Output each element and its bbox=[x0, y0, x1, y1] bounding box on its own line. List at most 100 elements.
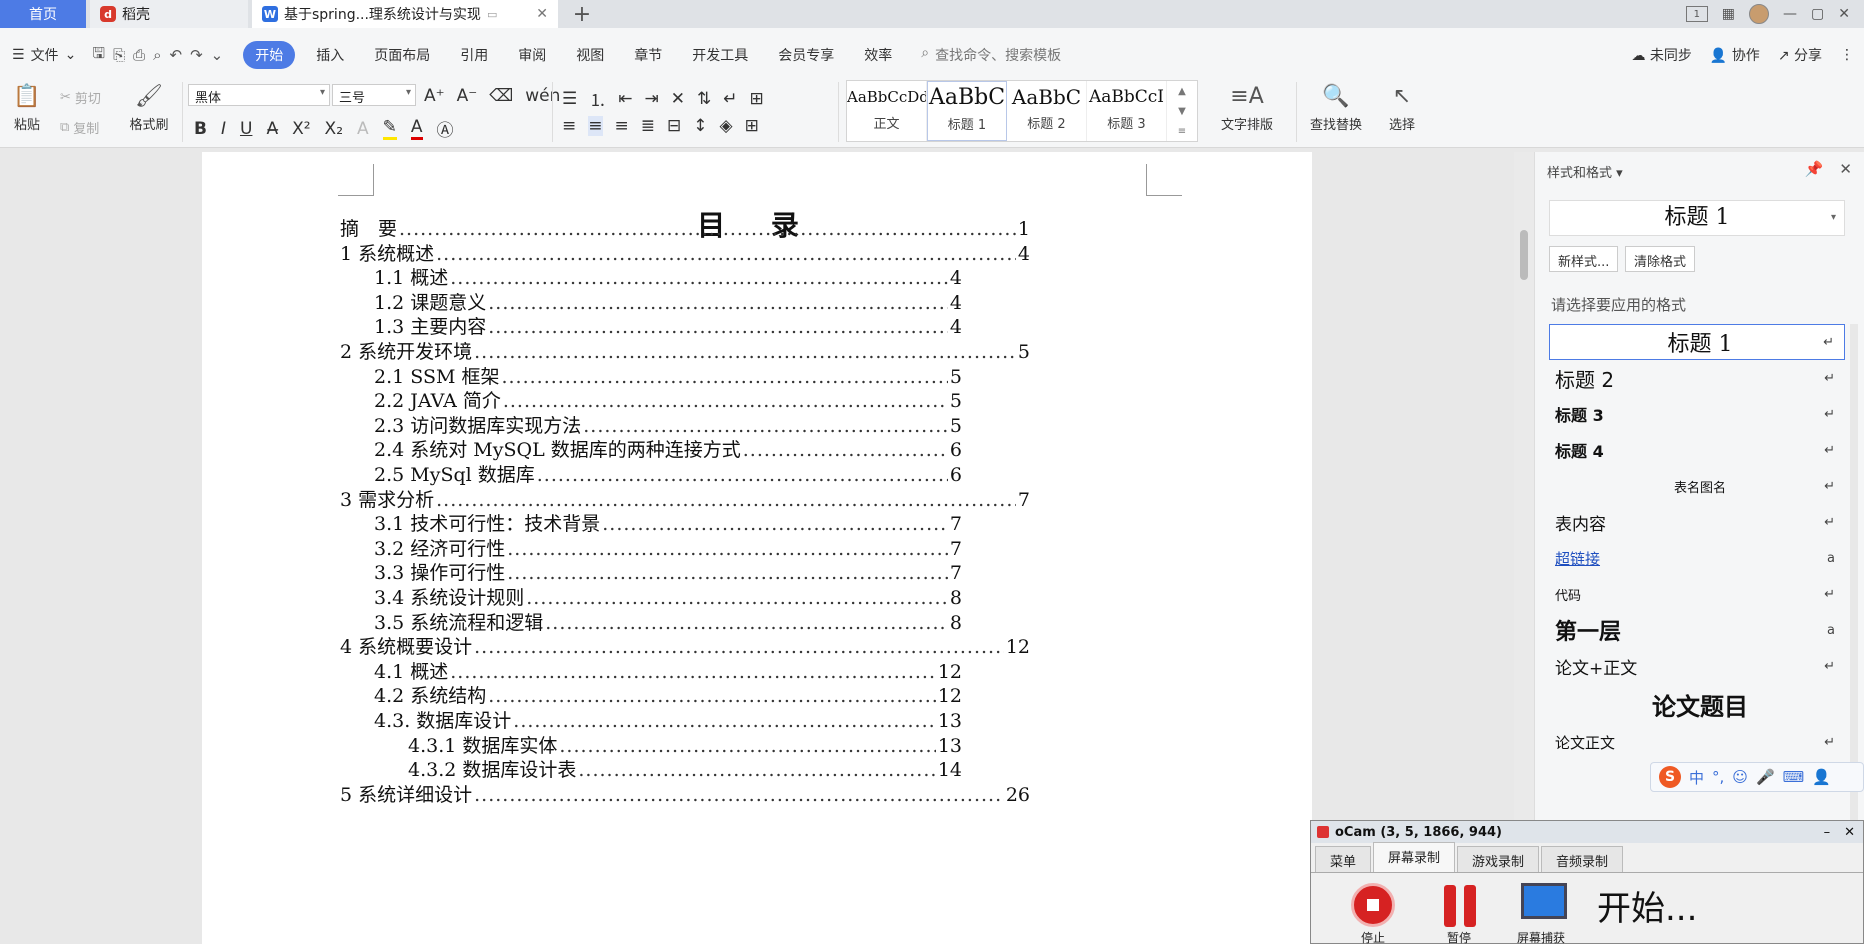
minimize-icon[interactable]: – bbox=[1824, 825, 1831, 840]
print-icon[interactable]: ⎙ bbox=[133, 46, 145, 64]
menu-page-layout[interactable]: 页面布局 bbox=[359, 45, 445, 65]
print-preview-icon[interactable]: ⌕ bbox=[153, 46, 161, 64]
sync-status[interactable]: ☁ 未同步 bbox=[1631, 45, 1691, 65]
menu-home[interactable]: 开始 bbox=[243, 41, 296, 69]
avatar[interactable] bbox=[1749, 4, 1770, 24]
font-size-select[interactable]: 三号 bbox=[332, 84, 416, 106]
chevron-up-icon[interactable]: ▲ bbox=[1178, 86, 1186, 97]
style-list-item[interactable]: 标题 1 ↵ bbox=[1549, 324, 1845, 360]
find-replace-button[interactable]: 🔍 查找替换 bbox=[1300, 82, 1372, 134]
toc-entry[interactable]: 1 系统概述..................................… bbox=[340, 239, 1030, 265]
char-border-icon[interactable]: Ⓐ bbox=[437, 116, 454, 141]
style-list-item[interactable]: 超链接 a bbox=[1549, 540, 1845, 576]
screen-capture-icon[interactable] bbox=[1521, 883, 1567, 919]
style-list-item[interactable]: 代码 ↵ bbox=[1549, 576, 1845, 612]
tab-document[interactable]: W 基于spring...理系统设计与实现 ▭ ✕ bbox=[252, 0, 558, 28]
style-list-item[interactable]: 论文+正文 ↵ bbox=[1549, 648, 1845, 684]
decrease-indent-icon[interactable]: ⇤ bbox=[618, 89, 632, 109]
style-list-item[interactable]: 论文正文 ↵ bbox=[1549, 724, 1845, 760]
menu-references[interactable]: 引用 bbox=[445, 45, 503, 65]
align-right-icon[interactable]: ≡ bbox=[615, 116, 629, 136]
italic-icon[interactable]: I bbox=[221, 119, 226, 139]
toc-entry[interactable]: 5 系统详细设计................................… bbox=[340, 780, 1030, 806]
toc-entry[interactable]: 2.3 访问数据库实现方法...........................… bbox=[374, 411, 962, 437]
toc-entry[interactable]: 3.3 操作可行性...............................… bbox=[374, 558, 962, 584]
align-center-icon[interactable]: ≡ bbox=[588, 116, 603, 136]
document-page[interactable]: 目 录 摘 要.................................… bbox=[202, 152, 1312, 944]
toc-entry[interactable]: 2.5 MySql 数据库...........................… bbox=[374, 460, 962, 486]
chevron-down-icon[interactable]: ▼ bbox=[1178, 106, 1186, 117]
text-layout-button[interactable]: ≡A 文字排版 bbox=[1208, 82, 1286, 134]
close-tab-icon[interactable]: ✕ bbox=[536, 6, 548, 22]
toc-entry[interactable]: 摘 要.....................................… bbox=[340, 214, 1030, 240]
style-list-item[interactable]: 标题 3 ↵ bbox=[1549, 396, 1845, 432]
style-list-item[interactable]: 标题 2 ↵ bbox=[1549, 360, 1845, 396]
distribute-icon[interactable]: ⊟ bbox=[667, 116, 681, 136]
ocam-tab-screen-record[interactable]: 屏幕录制 bbox=[1373, 842, 1456, 872]
cut-button[interactable]: ✂ 剪切 bbox=[60, 88, 101, 107]
microphone-icon[interactable]: 🎤 bbox=[1756, 768, 1775, 786]
pin-tab-icon[interactable]: ▭ bbox=[487, 8, 497, 21]
user-icon[interactable]: 👤 bbox=[1812, 768, 1831, 786]
style-list-item[interactable]: 第一层 a bbox=[1549, 612, 1845, 648]
close-window-icon[interactable]: ✕ bbox=[1838, 6, 1850, 22]
phonetic-icon[interactable]: wén bbox=[525, 86, 560, 106]
toc-entry[interactable]: 4 系统概要设计................................… bbox=[340, 632, 1030, 658]
style-list-item[interactable]: 标题 4 ↵ bbox=[1549, 432, 1845, 468]
menu-view[interactable]: 视图 bbox=[561, 45, 619, 65]
new-style-button[interactable]: 新样式... bbox=[1549, 246, 1619, 272]
justify-icon[interactable]: ≣ bbox=[641, 116, 655, 136]
toc-entry[interactable]: 3.4 系统设计规则..............................… bbox=[374, 583, 962, 609]
toc-entry[interactable]: 2.2 JAVA 简介.............................… bbox=[374, 386, 962, 412]
command-search[interactable]: ⌕ 查找命令、搜索模板 bbox=[921, 45, 1061, 65]
format-painter-button[interactable]: 🖌 格式刷 bbox=[124, 82, 174, 134]
menu-member[interactable]: 会员专享 bbox=[763, 45, 849, 65]
file-menu[interactable]: ☰ 文件 ⌄ bbox=[12, 45, 76, 65]
clear-format-icon[interactable]: ⌫ bbox=[489, 86, 513, 106]
export-pdf-icon[interactable]: ⎘ bbox=[113, 46, 125, 64]
emoji-icon[interactable]: ☺ bbox=[1732, 768, 1748, 786]
subscript-icon[interactable]: X₂ bbox=[325, 119, 343, 139]
ocam-tab-game-record[interactable]: 游戏录制 bbox=[1457, 846, 1540, 872]
gallery-scroll[interactable]: ▲ ▼ ≡ bbox=[1167, 81, 1197, 141]
toc-entry[interactable]: 4.2 系统结构................................… bbox=[374, 681, 962, 707]
toc-entry[interactable]: 4.1 概述..................................… bbox=[374, 657, 962, 683]
toc-entry[interactable]: 1.1 概述..................................… bbox=[374, 263, 962, 289]
toc-entry[interactable]: 3 需求分析..................................… bbox=[340, 485, 1030, 511]
shading-icon[interactable]: ◈ bbox=[720, 116, 733, 136]
ocam-titlebar[interactable]: oCam (3, 5, 1866, 944) – ✕ bbox=[1311, 821, 1863, 843]
select-button[interactable]: ↖ 选择 bbox=[1380, 82, 1424, 134]
line-spacing-icon[interactable]: ↕ bbox=[693, 116, 707, 136]
toc-entry[interactable]: 4.3. 数据库设计..............................… bbox=[374, 706, 962, 732]
undo-icon[interactable]: ↶ bbox=[170, 46, 183, 64]
style-list-item[interactable]: 表内容 ↵ bbox=[1549, 504, 1845, 540]
expand-gallery-icon[interactable]: ≡ bbox=[1178, 126, 1186, 137]
toc-entry[interactable]: 1.2 课题意义................................… bbox=[374, 288, 962, 314]
menu-section[interactable]: 章节 bbox=[619, 45, 677, 65]
maximize-icon[interactable]: ▢ bbox=[1811, 6, 1824, 22]
bullet-list-icon[interactable]: ☰ bbox=[562, 89, 577, 109]
keyboard-icon[interactable]: ⌨ bbox=[1783, 768, 1805, 786]
sort-icon[interactable]: ⇅ bbox=[697, 89, 711, 109]
menu-insert[interactable]: 插入 bbox=[301, 45, 359, 65]
pause-icon[interactable] bbox=[1439, 885, 1481, 927]
sogou-logo-icon[interactable]: S bbox=[1659, 766, 1681, 788]
borders-icon[interactable]: ⊞ bbox=[745, 116, 759, 136]
align-left-icon[interactable]: ≡ bbox=[562, 116, 576, 136]
style-list-item[interactable]: 表名图名 ↵ bbox=[1549, 468, 1845, 504]
tab-home[interactable]: 首页 bbox=[0, 0, 86, 28]
share-button[interactable]: ↗ 分享 bbox=[1778, 45, 1822, 65]
text-effect-icon[interactable]: A bbox=[357, 119, 369, 139]
ocam-tab-menu[interactable]: 菜单 bbox=[1315, 846, 1372, 872]
style-gallery-item[interactable]: AaBbC 标题 1 bbox=[927, 81, 1007, 141]
save-icon[interactable]: 🖫 bbox=[92, 43, 105, 68]
superscript-icon[interactable]: X² bbox=[292, 119, 310, 139]
toc-entry[interactable]: 2.4 系统对 MySQL 数据库的两种连接方式................… bbox=[374, 435, 962, 461]
menu-developer[interactable]: 开发工具 bbox=[677, 45, 763, 65]
toc-entry[interactable]: 3.2 经济可行性...............................… bbox=[374, 534, 962, 560]
toc-entry[interactable]: 3.1 技术可行性：技术背景..........................… bbox=[374, 509, 962, 535]
menu-efficiency[interactable]: 效率 bbox=[849, 45, 907, 65]
more-icon[interactable]: ⋮ bbox=[1840, 47, 1854, 63]
chinese-layout-icon[interactable]: ✕ bbox=[671, 89, 685, 109]
underline-icon[interactable]: U bbox=[240, 119, 252, 139]
